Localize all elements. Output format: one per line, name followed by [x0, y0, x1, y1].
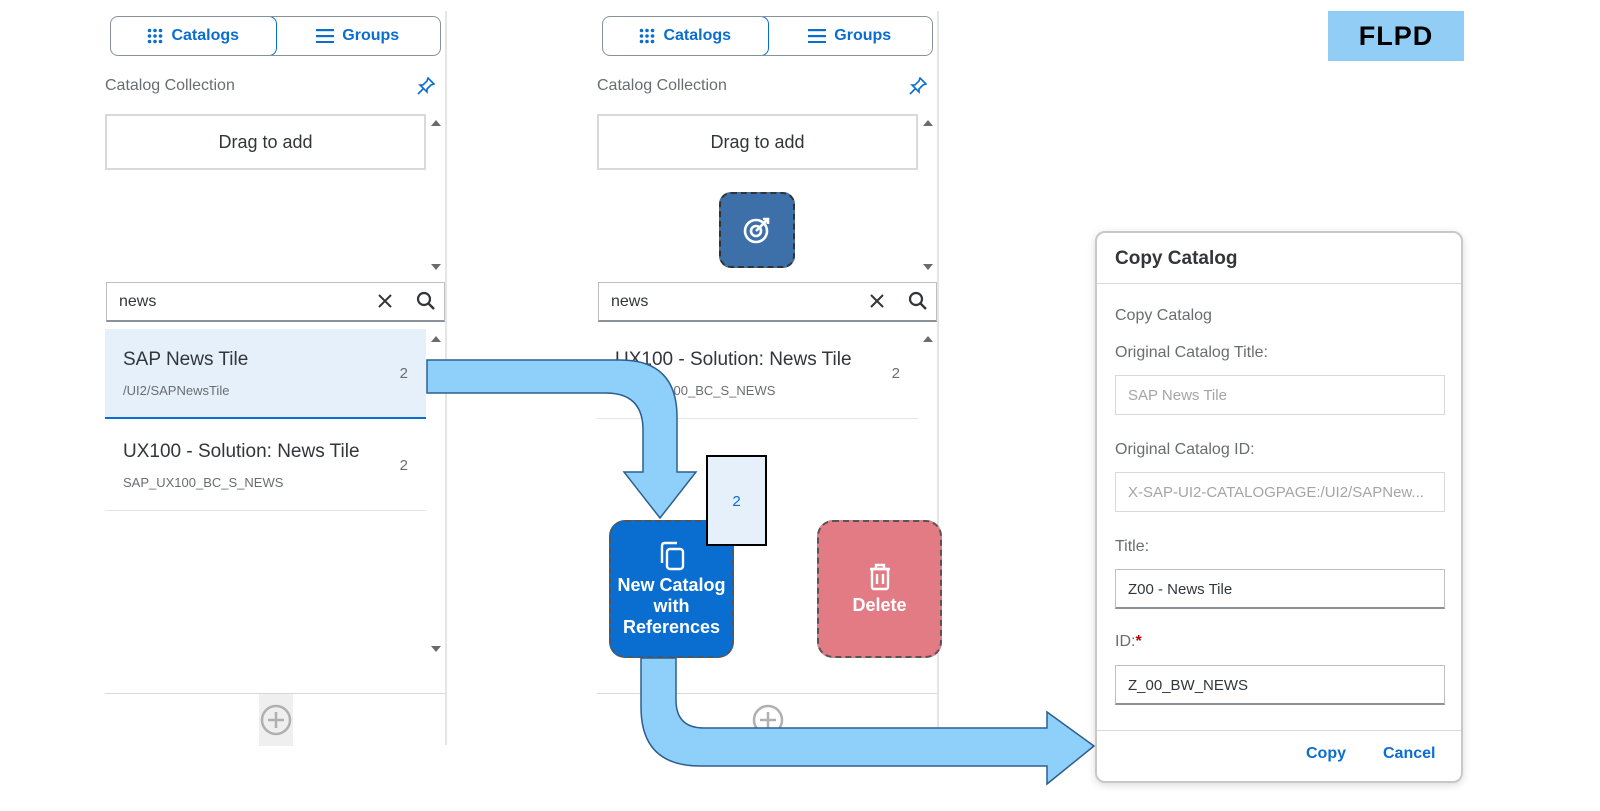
original-id-field: X-SAP-UI2-CATALOGPAGE:/UI2/SAPNew...	[1115, 472, 1445, 512]
copy-button[interactable]: Copy	[1306, 745, 1346, 763]
badge-text: FLPD	[1358, 20, 1434, 51]
dialog-footer: Copy Cancel	[1097, 730, 1461, 781]
original-title-label: Original Catalog Title:	[1115, 344, 1268, 361]
dialog-section-label: Copy Catalog	[1115, 307, 1212, 324]
title-input[interactable]: Z00 - News Tile	[1115, 569, 1445, 609]
original-id-label: Original Catalog ID:	[1115, 441, 1255, 458]
title-label: Title:	[1115, 538, 1150, 555]
copy-catalog-dialog: Copy Catalog Copy Catalog Original Catal…	[1095, 231, 1463, 783]
id-label: ID:*	[1115, 633, 1142, 651]
required-marker: *	[1135, 633, 1142, 650]
arrow-to-dialog	[640, 657, 1096, 786]
arrow-to-copy-tile	[426, 359, 698, 520]
cancel-button[interactable]: Cancel	[1383, 745, 1435, 763]
id-label-text: ID:	[1115, 633, 1136, 650]
original-title-value: SAP News Tile	[1128, 387, 1227, 404]
original-title-field: SAP News Tile	[1115, 375, 1445, 415]
title-value: Z00 - News Tile	[1128, 581, 1233, 598]
dialog-title: Copy Catalog	[1115, 248, 1238, 269]
flpd-badge: FLPD	[1328, 11, 1464, 61]
original-id-value: X-SAP-UI2-CATALOGPAGE:/UI2/SAPNew...	[1128, 484, 1424, 501]
id-value: Z_00_BW_NEWS	[1128, 677, 1249, 694]
dialog-header: Copy Catalog	[1097, 233, 1461, 284]
id-input[interactable]: Z_00_BW_NEWS	[1115, 665, 1445, 705]
